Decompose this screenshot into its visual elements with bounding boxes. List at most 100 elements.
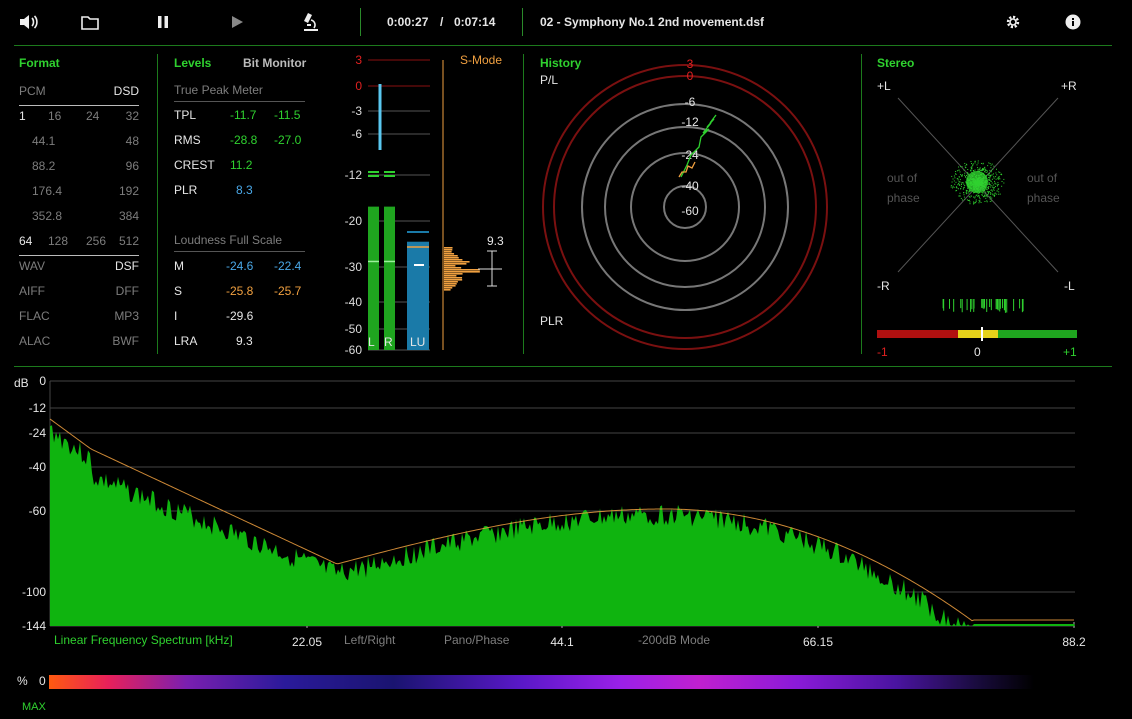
stereo-point — [961, 183, 963, 185]
stereo-point — [988, 162, 990, 164]
stereo-point — [970, 166, 972, 168]
format-cell: MP3 — [114, 309, 139, 323]
stereo-point — [956, 187, 958, 189]
format-cell: 128 — [48, 234, 69, 248]
stereo-point — [995, 172, 997, 174]
stereo-point — [985, 194, 987, 196]
stereo-point — [961, 166, 963, 168]
stereo-center-dot — [966, 171, 988, 193]
stereo-point — [983, 168, 985, 170]
stereo-point — [961, 174, 963, 176]
stereo-point — [986, 171, 988, 173]
smode-histogram-bar — [444, 261, 470, 263]
stereo-point — [965, 174, 967, 176]
meter-scale-label: -6 — [351, 127, 362, 141]
levels-title: Levels — [174, 56, 212, 70]
stereo-point — [959, 192, 961, 194]
stereo-point — [956, 170, 958, 172]
stereo-point — [977, 162, 979, 164]
stereo-point — [974, 197, 976, 199]
stereo-point — [977, 168, 979, 170]
format-cell: 192 — [118, 184, 139, 198]
folder-icon[interactable] — [79, 11, 101, 33]
format-cell: 256 — [86, 234, 107, 248]
stereo-point — [964, 172, 966, 174]
info-icon[interactable] — [1062, 11, 1084, 33]
stereo-point — [987, 179, 989, 181]
format-cell: AIFF — [19, 284, 45, 298]
stereo-point — [975, 201, 977, 203]
toolbar-divider — [360, 8, 361, 36]
pano-phase-tab[interactable]: Pano/Phase — [444, 633, 509, 647]
format-cell: PCM — [19, 84, 46, 98]
stereo-point — [989, 179, 991, 181]
stereo-point — [985, 168, 987, 170]
left-right-tab[interactable]: Left/Right — [344, 633, 395, 647]
settings-gear-icon[interactable] — [1002, 11, 1024, 33]
spectrum-title[interactable]: Linear Frequency Spectrum [kHz] — [54, 633, 233, 647]
stereo-point — [982, 167, 984, 169]
meter-scale-label: -20 — [345, 214, 363, 228]
stereo-point — [954, 183, 956, 185]
stereo-point — [958, 195, 960, 197]
format-row-separator — [19, 255, 139, 256]
smode-histogram-bar — [444, 255, 458, 257]
stereo-point — [980, 201, 982, 203]
stereo-point — [973, 203, 975, 205]
smode-label: S-Mode — [460, 53, 502, 67]
stereo-point — [979, 167, 981, 169]
time-total: 0:07:14 — [454, 15, 496, 29]
stereo-point — [959, 174, 961, 176]
stereo-point — [982, 196, 984, 198]
stereo-point — [987, 165, 989, 167]
stereo-point — [991, 190, 993, 192]
stereo-point — [959, 195, 961, 197]
volume-icon[interactable] — [18, 11, 40, 33]
stereo-point — [988, 177, 990, 179]
smode-histogram-bar — [444, 273, 463, 275]
s-max: -25.7 — [274, 284, 302, 298]
format-cell: 32 — [125, 109, 139, 123]
stereo-point — [971, 166, 973, 168]
stereo-point — [991, 200, 993, 202]
bitbar-max: MAX — [22, 701, 46, 713]
stereo-point — [995, 183, 997, 185]
stereo-point — [990, 164, 992, 166]
smode-histogram-bar — [444, 279, 463, 281]
stereo-point — [965, 193, 967, 195]
spectrum-y-tick: -40 — [29, 460, 47, 474]
history-ring-label: -60 — [681, 204, 699, 218]
smode-histogram-bar — [444, 247, 453, 249]
format-cell: 352.8 — [32, 209, 63, 223]
format-cell: 88.2 — [32, 159, 56, 173]
meter-lu-bar — [407, 241, 429, 350]
stereo-point — [968, 196, 970, 198]
stereo-point — [977, 167, 979, 169]
stereo-point — [989, 184, 991, 186]
stereo-point — [982, 169, 984, 171]
stereo-point — [975, 200, 977, 202]
stereo-point — [993, 176, 995, 178]
stereo-point — [998, 171, 1000, 173]
stereo-point — [997, 182, 999, 184]
mode-tab[interactable]: -200dB Mode — [638, 633, 710, 647]
meter-scale-label: -60 — [345, 343, 363, 356]
stereo-point — [998, 193, 1000, 195]
stereo-point — [1000, 173, 1002, 175]
meter-scale-label: -40 — [345, 295, 363, 309]
bit-monitor-tab[interactable]: Bit Monitor — [243, 56, 306, 70]
play-icon[interactable] — [226, 11, 248, 33]
microscope-icon[interactable] — [300, 10, 322, 34]
stereo-point — [954, 177, 956, 179]
pause-icon[interactable] — [152, 11, 174, 33]
tpl-right: -11.5 — [274, 108, 301, 122]
stereo-point — [966, 173, 968, 175]
spectrum-area — [50, 425, 1075, 626]
stereo-point — [967, 199, 969, 201]
stereo-point — [971, 163, 973, 165]
meter-scale-label: -50 — [345, 322, 363, 336]
stereo-point — [960, 188, 962, 190]
meter-scale-label: 0 — [355, 79, 362, 93]
m-value: -24.6 — [226, 259, 254, 273]
range-value: 9.3 — [487, 234, 504, 248]
